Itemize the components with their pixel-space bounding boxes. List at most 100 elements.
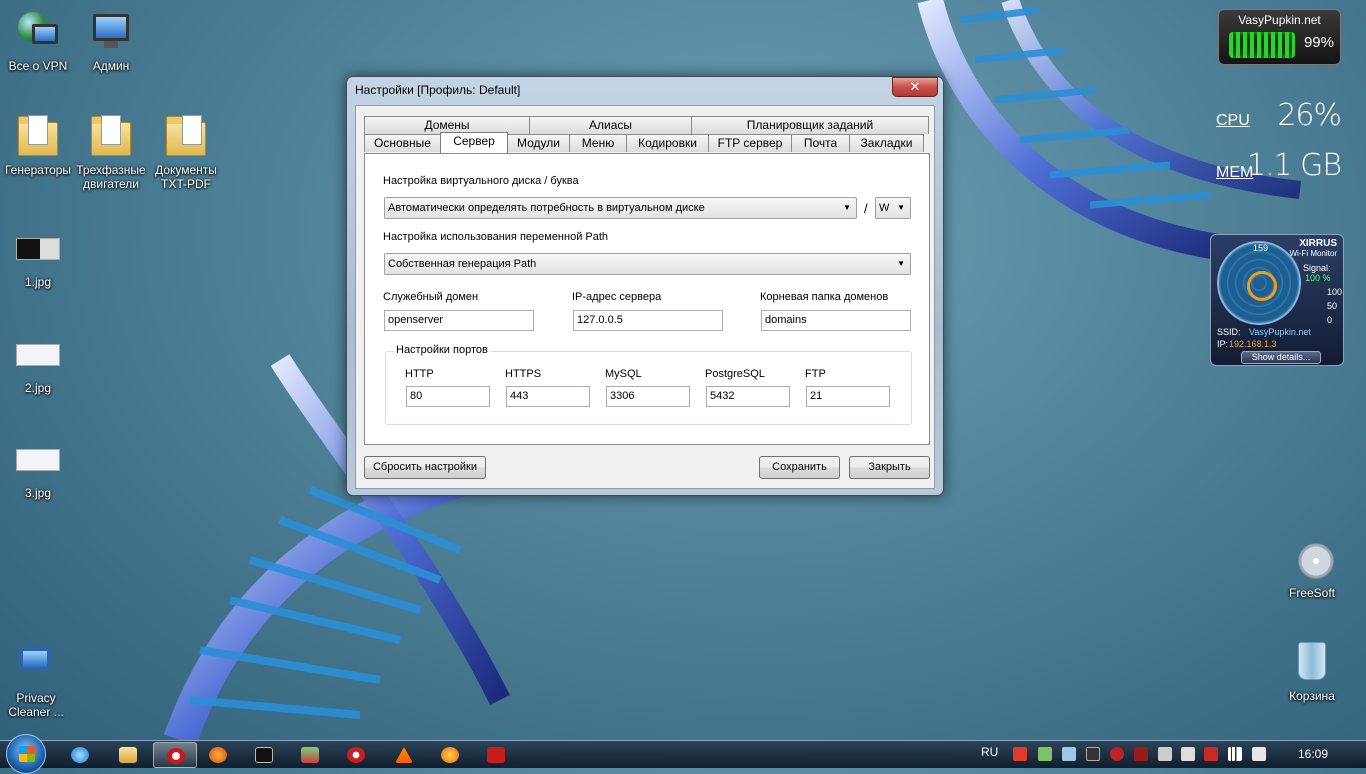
ports-group-title: Настройки портов bbox=[394, 344, 490, 356]
privacy-cleaner-icon bbox=[12, 640, 60, 688]
tab-mail[interactable]: Почта bbox=[791, 134, 850, 152]
signal-label: Signal: bbox=[1303, 263, 1331, 273]
tab-scheduler[interactable]: Планировщик заданий bbox=[691, 116, 929, 134]
vdisk-select[interactable]: Автоматически определять потребность в в… bbox=[384, 197, 857, 219]
mem-value: 1.1 GB bbox=[1246, 148, 1342, 183]
taskbar-ccleaner[interactable] bbox=[334, 742, 378, 768]
server-ip-input[interactable]: 127.0.0.5 bbox=[573, 310, 723, 331]
dropdown-arrow-icon: ▼ bbox=[843, 203, 851, 212]
desktop-icon-three-phase-motors[interactable]: Трехфазные двигатели bbox=[73, 112, 149, 191]
desktop-icon-privacy-cleaner[interactable]: Privacy Cleaner ... bbox=[0, 640, 72, 719]
computer-icon bbox=[87, 8, 135, 56]
antivirus-tray-icon[interactable] bbox=[1110, 747, 1124, 761]
desktop-icon-documents-txt-pdf[interactable]: Документы TXT-PDF bbox=[148, 112, 224, 191]
tab-menu[interactable]: Меню bbox=[569, 134, 627, 152]
security-tray-icon[interactable] bbox=[1038, 747, 1052, 761]
taskbar-app-2[interactable] bbox=[428, 742, 472, 768]
app-tray-icon-2[interactable] bbox=[1204, 747, 1218, 761]
ports-group: Настройки портов HTTP 80 HTTPS 443 MySQL… bbox=[385, 344, 912, 425]
http-port-input[interactable]: 80 bbox=[406, 386, 490, 407]
desktop-icon-label: Генераторы bbox=[4, 163, 72, 177]
folder-icon bbox=[87, 112, 135, 160]
desktop-icon-freesoft[interactable]: FreeSoft bbox=[1274, 535, 1350, 600]
close-button[interactable]: Закрыть bbox=[849, 456, 930, 479]
taskbar-app-3[interactable] bbox=[474, 742, 518, 768]
desktop-icon-1jpg[interactable]: 1.jpg bbox=[0, 224, 76, 289]
desktop-icon-vpn[interactable]: Все о VPN bbox=[0, 8, 76, 73]
taskbar-cmd[interactable] bbox=[242, 742, 286, 768]
path-select[interactable]: Собственная генерация Path ▼ bbox=[384, 253, 911, 275]
ip-label: IP: bbox=[1217, 339, 1229, 349]
desktop-icon-recycle-bin[interactable]: Корзина bbox=[1274, 638, 1350, 703]
dropdown-arrow-icon: ▼ bbox=[897, 203, 905, 212]
wifi-monitor-gadget[interactable]: 159 XIRRUS Wi-Fi Monitor Signal: 100 % 1… bbox=[1210, 234, 1344, 366]
tab-encodings[interactable]: Кодировки bbox=[626, 134, 709, 152]
root-folder-input[interactable]: domains bbox=[761, 310, 911, 331]
tab-bookmarks[interactable]: Закладки bbox=[849, 134, 924, 152]
start-button[interactable] bbox=[6, 734, 46, 774]
tab-general[interactable]: Основные bbox=[364, 134, 441, 152]
https-port-label: HTTPS bbox=[505, 368, 542, 380]
red-tray-icon[interactable] bbox=[1134, 747, 1148, 761]
cpu-meter-gadget[interactable]: CPU 26% MEM 1.1 GB bbox=[1212, 98, 1347, 203]
vdisk-separator: / bbox=[864, 201, 868, 216]
https-port-input[interactable]: 443 bbox=[506, 386, 590, 407]
desktop-icon-2jpg[interactable]: 2.jpg bbox=[0, 330, 76, 395]
desktop-icon-admin[interactable]: Админ bbox=[73, 8, 149, 73]
signal-value: 100 % bbox=[1305, 273, 1331, 283]
flag-tray-icon[interactable] bbox=[1013, 747, 1027, 761]
taskbar-explorer[interactable] bbox=[106, 742, 150, 768]
taskbar-ie[interactable] bbox=[58, 742, 102, 768]
wifi-brand-name: XIRRUS bbox=[1299, 238, 1337, 249]
tab-server[interactable]: Сервер bbox=[440, 132, 508, 153]
mysql-port-label: MySQL bbox=[605, 368, 642, 380]
monitor-tray-icon[interactable] bbox=[1086, 747, 1100, 761]
red-app-icon bbox=[487, 747, 505, 763]
vdisk-label: Настройка виртуального диска / буква bbox=[383, 175, 579, 187]
network-signal-icon[interactable] bbox=[1228, 747, 1242, 761]
image-file-icon bbox=[14, 330, 62, 378]
battery-bars-icon bbox=[1229, 32, 1295, 58]
desktop-icon-label: 3.jpg bbox=[24, 486, 52, 500]
mysql-port-input[interactable]: 3306 bbox=[606, 386, 690, 407]
desktop-icon-3jpg[interactable]: 3.jpg bbox=[0, 435, 76, 500]
folder-icon bbox=[162, 112, 210, 160]
taskbar-opera[interactable] bbox=[153, 742, 197, 768]
network-globe-icon bbox=[14, 8, 62, 56]
volume-icon[interactable] bbox=[1252, 747, 1266, 761]
signal-scale-low: 0 bbox=[1327, 315, 1333, 325]
save-button[interactable]: Сохранить bbox=[759, 456, 840, 479]
tool-tray-icon[interactable] bbox=[1158, 747, 1172, 761]
tab-aliases[interactable]: Алиасы bbox=[529, 116, 692, 134]
vlc-cone-icon bbox=[395, 747, 413, 763]
taskbar-app[interactable] bbox=[288, 742, 332, 768]
language-indicator[interactable]: RU bbox=[981, 745, 998, 759]
opera-icon bbox=[167, 748, 185, 764]
settings-dialog: Настройки [Профиль: Default] ✕ Домены Ал… bbox=[346, 76, 944, 496]
image-file-icon bbox=[14, 435, 62, 483]
ftp-port-input[interactable]: 21 bbox=[806, 386, 890, 407]
tab-modules[interactable]: Модули bbox=[507, 134, 570, 152]
action-center-icon[interactable] bbox=[1181, 747, 1195, 761]
drive-letter-select[interactable]: W ▼ bbox=[875, 197, 911, 219]
ftp-port-label: FTP bbox=[805, 368, 826, 380]
server-tab-panel: Настройка виртуального диска / буква Авт… bbox=[364, 153, 930, 445]
taskbar: RU 16:09 bbox=[0, 734, 1366, 774]
reset-settings-button[interactable]: Сбросить настройки bbox=[364, 456, 486, 479]
clock[interactable]: 16:09 bbox=[1298, 747, 1328, 761]
service-domain-input[interactable]: openserver bbox=[384, 310, 534, 331]
show-details-button[interactable]: Show details... bbox=[1241, 351, 1321, 364]
image-file-icon bbox=[14, 224, 62, 272]
app-tray-icon[interactable] bbox=[1062, 747, 1076, 761]
desktop-icon-label: Privacy Cleaner ... bbox=[8, 691, 64, 719]
tab-ftp-server[interactable]: FTP сервер bbox=[708, 134, 792, 152]
postgresql-port-input[interactable]: 5432 bbox=[706, 386, 790, 407]
close-window-button[interactable]: ✕ bbox=[892, 77, 938, 97]
folder-icon bbox=[14, 112, 62, 160]
path-select-value: Собственная генерация Path bbox=[388, 258, 537, 270]
battery-gadget[interactable]: VasyPupkin.net 99% bbox=[1218, 9, 1341, 65]
taskbar-vlc[interactable] bbox=[382, 742, 426, 768]
taskbar-firefox[interactable] bbox=[196, 742, 240, 768]
folder-icon bbox=[119, 747, 137, 763]
desktop-icon-generators[interactable]: Генераторы bbox=[0, 112, 76, 177]
